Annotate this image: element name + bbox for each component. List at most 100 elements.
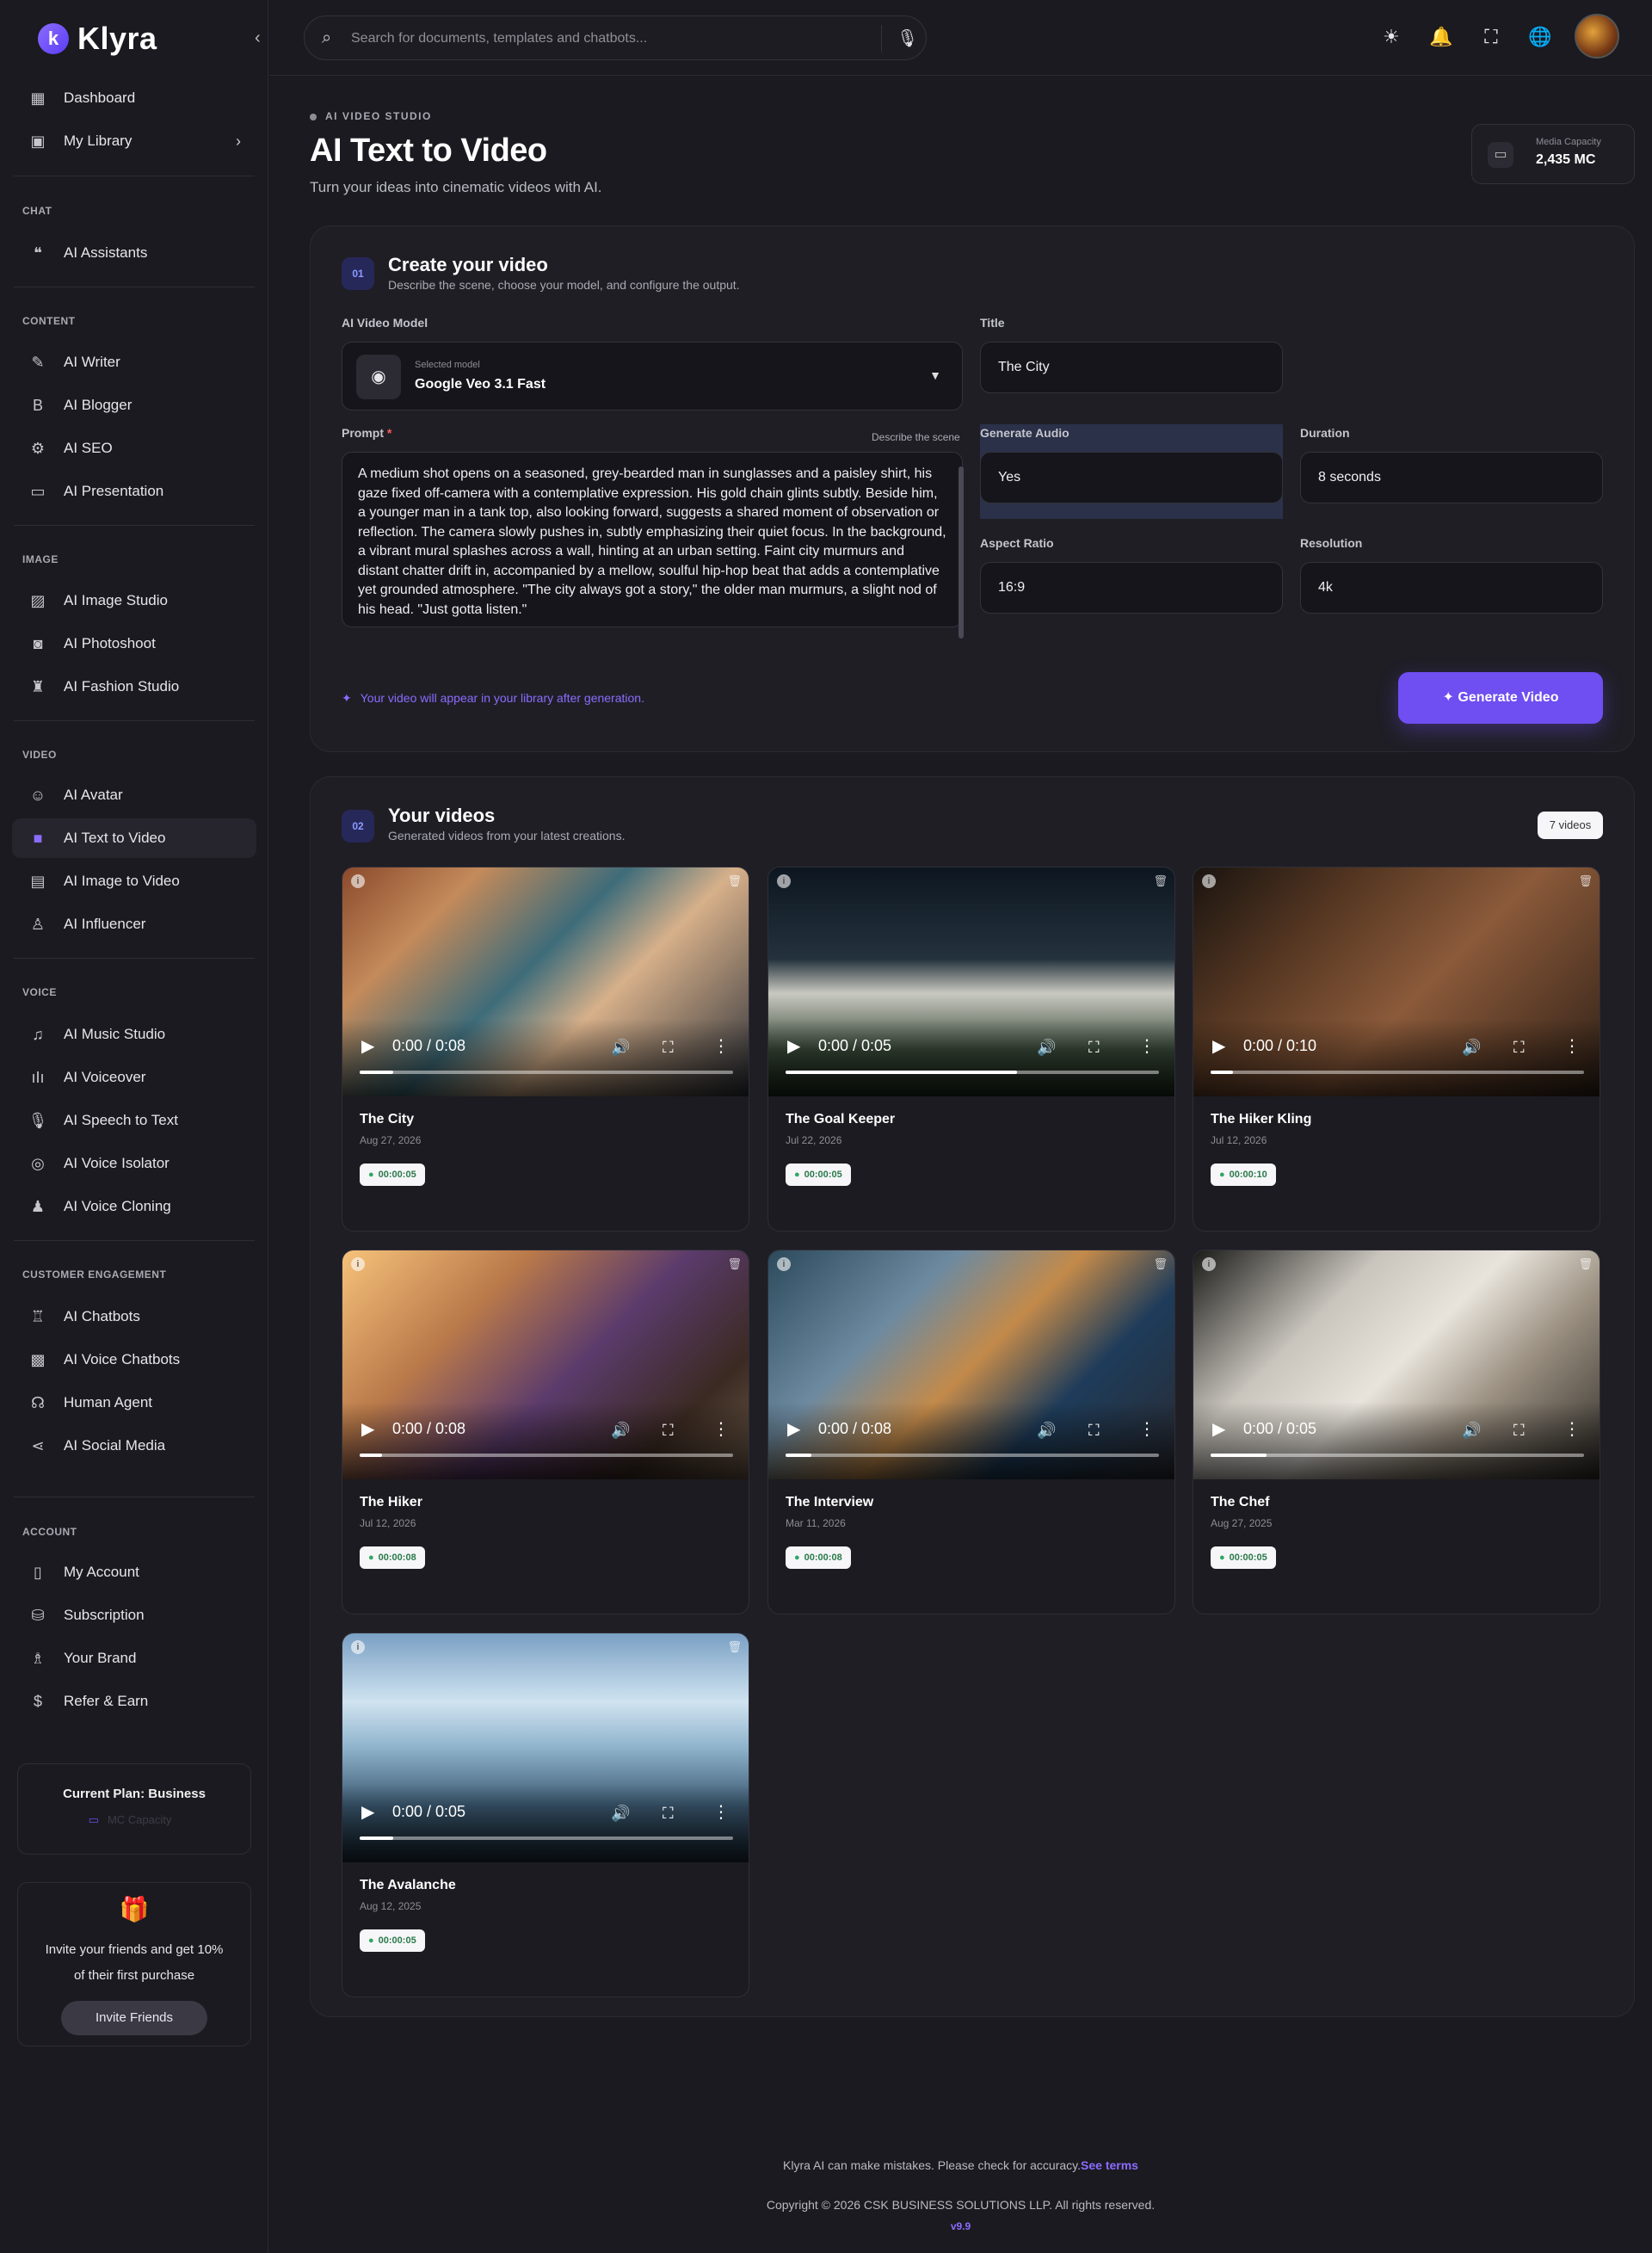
scrollbar[interactable]: [959, 466, 964, 639]
play-icon[interactable]: ▶: [787, 1418, 800, 1440]
microphone-icon[interactable]: 🎙: [897, 28, 918, 49]
sidebar-item-my-account[interactable]: ▯ My Account: [12, 1552, 256, 1592]
video-player[interactable]: i 🗑 ▶ 0:00 / 0:08 🔊 ⛶ ⋮: [768, 1250, 1174, 1479]
sidebar-item-ai-fashion-studio[interactable]: ♜ AI Fashion Studio: [12, 667, 256, 707]
more-options-icon[interactable]: ⋮: [712, 1801, 730, 1823]
volume-icon[interactable]: 🔊: [611, 1805, 630, 1823]
fullscreen-icon[interactable]: ⛶: [663, 1805, 674, 1823]
info-icon[interactable]: i: [1202, 874, 1216, 888]
info-icon[interactable]: i: [777, 1257, 791, 1271]
more-options-icon[interactable]: ⋮: [1563, 1035, 1581, 1057]
more-options-icon[interactable]: ⋮: [712, 1035, 730, 1057]
sidebar-item-your-brand[interactable]: ♗ Your Brand: [12, 1639, 256, 1678]
trash-icon[interactable]: 🗑: [1153, 1257, 1168, 1271]
video-card[interactable]: i 🗑 ▶ 0:00 / 0:05 🔊 ⛶ ⋮ The Avalanche Aug 12, 20…: [342, 1633, 749, 1997]
generate-audio-select[interactable]: Yes: [980, 452, 1283, 503]
globe-icon[interactable]: 🌐: [1527, 24, 1553, 50]
video-card[interactable]: i 🗑 ▶ 0:00 / 0:08 🔊 ⛶ ⋮ The City Aug 27, 2026 00:…: [342, 867, 749, 1231]
trash-icon[interactable]: 🗑: [727, 1257, 742, 1271]
sidebar-item-ai-blogger[interactable]: B AI Blogger: [12, 386, 256, 425]
sidebar-item-ai-assistants[interactable]: ❝ AI Assistants: [12, 233, 256, 273]
sidebar-item-ai-image-studio[interactable]: ▨ AI Image Studio: [12, 581, 256, 620]
trash-icon[interactable]: 🗑: [1153, 874, 1168, 888]
progress-track[interactable]: [786, 1454, 1159, 1457]
video-card[interactable]: i 🗑 ▶ 0:00 / 0:08 🔊 ⛶ ⋮ The Hiker Jul 12, 2026 00…: [342, 1250, 749, 1614]
progress-track[interactable]: [360, 1071, 733, 1074]
video-card[interactable]: i 🗑 ▶ 0:00 / 0:10 🔊 ⛶ ⋮ The Hiker Kling Jul 12, …: [1193, 867, 1600, 1231]
sidebar-item-ai-social-media[interactable]: ⋖ AI Social Media: [12, 1426, 256, 1466]
video-player[interactable]: i 🗑 ▶ 0:00 / 0:05 🔊 ⛶ ⋮: [342, 1633, 749, 1862]
video-player[interactable]: i 🗑 ▶ 0:00 / 0:05 🔊 ⛶ ⋮: [768, 867, 1174, 1096]
play-icon[interactable]: ▶: [361, 1035, 374, 1057]
theme-toggle-sun-icon[interactable]: ☀: [1378, 24, 1404, 50]
info-icon[interactable]: i: [777, 874, 791, 888]
prompt-textarea[interactable]: A medium shot opens on a seasoned, grey-…: [342, 452, 964, 639]
fullscreen-icon[interactable]: ⛶: [1088, 1422, 1100, 1440]
more-options-icon[interactable]: ⋮: [712, 1418, 730, 1440]
info-icon[interactable]: i: [351, 1640, 365, 1654]
sidebar-item-ai-text-to-video[interactable]: ■ AI Text to Video: [12, 818, 256, 858]
volume-icon[interactable]: 🔊: [1037, 1039, 1056, 1057]
info-icon[interactable]: i: [1202, 1257, 1216, 1271]
progress-track[interactable]: [1211, 1454, 1584, 1457]
duration-select[interactable]: 8 seconds: [1300, 452, 1603, 503]
fullscreen-icon[interactable]: ⛶: [663, 1039, 674, 1057]
volume-icon[interactable]: 🔊: [1037, 1422, 1056, 1440]
progress-track[interactable]: [1211, 1071, 1584, 1074]
play-icon[interactable]: ▶: [1212, 1418, 1225, 1440]
sidebar-item-ai-chatbots[interactable]: ♖ AI Chatbots: [12, 1297, 256, 1336]
generate-video-button[interactable]: ✦ Generate Video: [1398, 672, 1603, 724]
search-input[interactable]: [351, 27, 833, 51]
sidebar-item-ai-seo[interactable]: ⚙ AI SEO: [12, 429, 256, 468]
more-options-icon[interactable]: ⋮: [1138, 1035, 1156, 1057]
video-player[interactable]: i 🗑 ▶ 0:00 / 0:05 🔊 ⛶ ⋮: [1193, 1250, 1600, 1479]
fullscreen-icon[interactable]: ⛶: [1513, 1039, 1525, 1057]
video-card[interactable]: i 🗑 ▶ 0:00 / 0:08 🔊 ⛶ ⋮ The Interview Mar 11, 20…: [767, 1250, 1175, 1614]
video-player[interactable]: i 🗑 ▶ 0:00 / 0:08 🔊 ⛶ ⋮: [342, 1250, 749, 1479]
progress-track[interactable]: [360, 1836, 733, 1840]
see-terms-link[interactable]: See terms: [1081, 2158, 1138, 2172]
volume-icon[interactable]: 🔊: [1462, 1422, 1481, 1440]
sidebar-item-ai-image-to-video[interactable]: ▤ AI Image to Video: [12, 861, 256, 901]
fullscreen-icon[interactable]: ⛶: [1088, 1039, 1100, 1057]
sidebar-item-ai-voiceover[interactable]: ıIı AI Voiceover: [12, 1058, 256, 1097]
sidebar-item-subscription[interactable]: ⛁ Subscription: [12, 1596, 256, 1635]
trash-icon[interactable]: 🗑: [727, 1640, 742, 1654]
sidebar-item-ai-writer[interactable]: ✎ AI Writer: [12, 343, 256, 382]
volume-icon[interactable]: 🔊: [611, 1039, 630, 1057]
sidebar-item-ai-presentation[interactable]: ▭ AI Presentation: [12, 472, 256, 511]
progress-track[interactable]: [360, 1454, 733, 1457]
fullscreen-icon[interactable]: ⛶: [1478, 24, 1504, 50]
sidebar-item-ai-photoshoot[interactable]: ◙ AI Photoshoot: [12, 624, 256, 664]
more-options-icon[interactable]: ⋮: [1138, 1418, 1156, 1440]
sidebar-item-ai-voice-isolator[interactable]: ◎ AI Voice Isolator: [12, 1144, 256, 1183]
fullscreen-icon[interactable]: ⛶: [1513, 1422, 1525, 1440]
resolution-select[interactable]: 4k: [1300, 562, 1603, 614]
title-input[interactable]: The City: [980, 342, 1283, 393]
video-player[interactable]: i 🗑 ▶ 0:00 / 0:10 🔊 ⛶ ⋮: [1193, 867, 1600, 1096]
sidebar-item-ai-voice-cloning[interactable]: ♟ AI Voice Cloning: [12, 1187, 256, 1226]
model-select[interactable]: ◉ Selected model Google Veo 3.1 Fast ▼: [342, 342, 963, 410]
logo[interactable]: k Klyra: [38, 21, 157, 57]
info-icon[interactable]: i: [351, 874, 365, 888]
sidebar-item-ai-music-studio[interactable]: ♫ AI Music Studio: [12, 1015, 256, 1054]
trash-icon[interactable]: 🗑: [1578, 874, 1593, 888]
avatar[interactable]: [1575, 14, 1619, 59]
sidebar-item-ai-avatar[interactable]: ☺ AI Avatar: [12, 775, 256, 815]
sidebar-item-human-agent[interactable]: ☊ Human Agent: [12, 1383, 256, 1423]
video-player[interactable]: i 🗑 ▶ 0:00 / 0:08 🔊 ⛶ ⋮: [342, 867, 749, 1096]
volume-icon[interactable]: 🔊: [1462, 1039, 1481, 1057]
play-icon[interactable]: ▶: [361, 1418, 374, 1440]
video-card[interactable]: i 🗑 ▶ 0:00 / 0:05 🔊 ⛶ ⋮ The Goal Keeper Jul 22, …: [767, 867, 1175, 1231]
fullscreen-icon[interactable]: ⛶: [663, 1422, 674, 1440]
more-options-icon[interactable]: ⋮: [1563, 1418, 1581, 1440]
search-bar[interactable]: ⌕ 🎙: [304, 15, 927, 60]
play-icon[interactable]: ▶: [361, 1801, 374, 1823]
play-icon[interactable]: ▶: [787, 1035, 800, 1057]
trash-icon[interactable]: 🗑: [1578, 1257, 1593, 1271]
sidebar-item-ai-speech-to-text[interactable]: 🎙 AI Speech to Text: [12, 1101, 256, 1140]
play-icon[interactable]: ▶: [1212, 1035, 1225, 1057]
sidebar-item-dashboard[interactable]: ▦ Dashboard: [12, 78, 256, 118]
progress-track[interactable]: [786, 1071, 1159, 1074]
volume-icon[interactable]: 🔊: [611, 1422, 630, 1440]
